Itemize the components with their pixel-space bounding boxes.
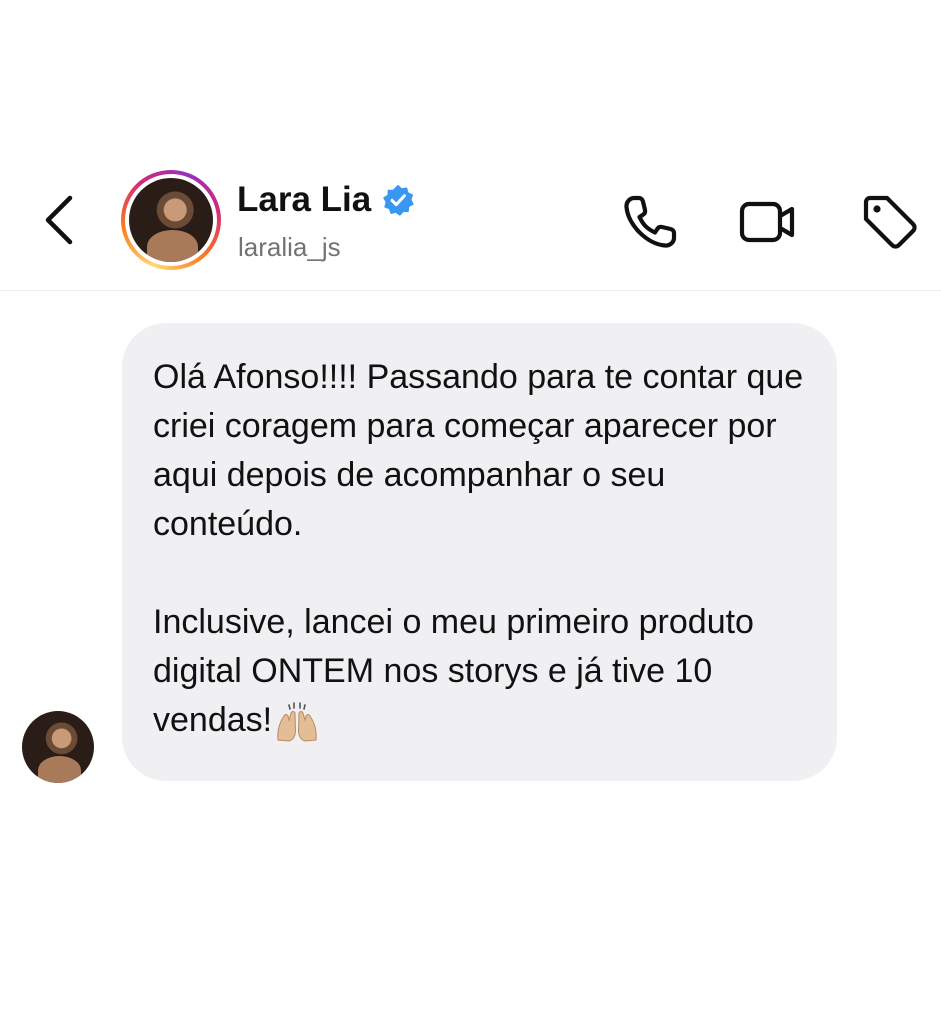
avatar-photo [129, 178, 213, 262]
message-paragraph-1: Olá Afonso!!!! Passando para te contar q… [153, 358, 813, 543]
chevron-left-icon [45, 195, 73, 245]
dm-conversation-screen: Lara Lia laralia_js Olá Afonso!!!! Passa… [0, 0, 941, 1011]
raising-hands-emoji [277, 702, 317, 742]
chat-header: Lara Lia laralia_js [0, 150, 941, 290]
video-camera-icon [739, 201, 795, 243]
tag-icon [863, 195, 917, 249]
profile-handle: laralia_js [238, 232, 341, 262]
video-call-button[interactable] [738, 192, 798, 252]
profile-name-row[interactable]: Lara Lia [237, 180, 415, 220]
story-avatar[interactable] [121, 170, 221, 270]
header-divider [0, 290, 941, 291]
call-button[interactable] [620, 192, 680, 252]
message-paragraph-2: Inclusive, lancei o meu primeiro produto… [153, 598, 807, 745]
avatar-ring-inner [125, 174, 217, 266]
verified-badge-icon [383, 184, 415, 216]
profile-name: Lara Lia [237, 180, 372, 219]
message-paragraph-2-text: Inclusive, lancei o meu primeiro produto… [153, 603, 764, 739]
back-button[interactable] [38, 192, 82, 248]
message-bubble[interactable]: Olá Afonso!!!! Passando para te contar q… [122, 323, 837, 781]
message-sender-avatar[interactable] [22, 711, 94, 783]
tag-button[interactable] [860, 192, 920, 252]
phone-icon [624, 195, 677, 248]
